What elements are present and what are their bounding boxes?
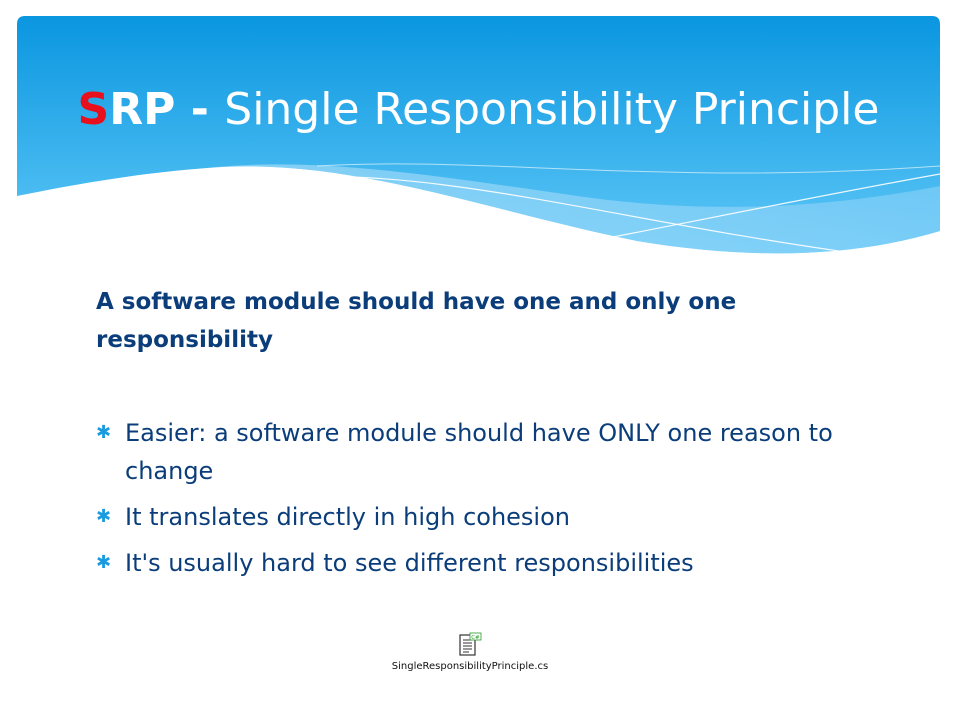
wave-banner-graphic [17, 16, 940, 255]
title-abbr-rest: RP [109, 84, 176, 135]
attachment-filename[interactable]: SingleResponsibilityPrinciple.cs [370, 661, 570, 672]
cs-file-icon[interactable]: C# [457, 632, 483, 658]
title-separator: - [175, 84, 225, 135]
svg-text:C#: C# [471, 635, 480, 641]
bullet-text: It's usually hard to see different respo… [125, 549, 694, 577]
slide: SRP - Single Responsibility Principle A … [0, 0, 962, 720]
list-item: ✱ It's usually hard to see different res… [96, 544, 836, 582]
asterisk-bullet-icon: ✱ [96, 422, 112, 443]
bullet-text: Easier: a software module should have ON… [125, 419, 833, 485]
title-text: Single Responsibility Principle [224, 84, 880, 135]
title-abbr-first-letter: S [77, 84, 110, 135]
principle-statement: A software module should have one and on… [96, 289, 737, 353]
asterisk-bullet-icon: ✱ [96, 506, 112, 527]
list-item: ✱ It translates directly in high cohesio… [96, 498, 836, 536]
title-banner: SRP - Single Responsibility Principle [17, 16, 940, 266]
embedded-file-attachment[interactable]: C# SingleResponsibilityPrinciple.cs [370, 632, 570, 672]
slide-title: SRP - Single Responsibility Principle [17, 82, 940, 138]
bullet-list: ✱ Easier: a software module should have … [96, 414, 836, 590]
bullet-text: It translates directly in high cohesion [125, 503, 570, 531]
asterisk-bullet-icon: ✱ [96, 552, 112, 573]
list-item: ✱ Easier: a software module should have … [96, 414, 836, 490]
